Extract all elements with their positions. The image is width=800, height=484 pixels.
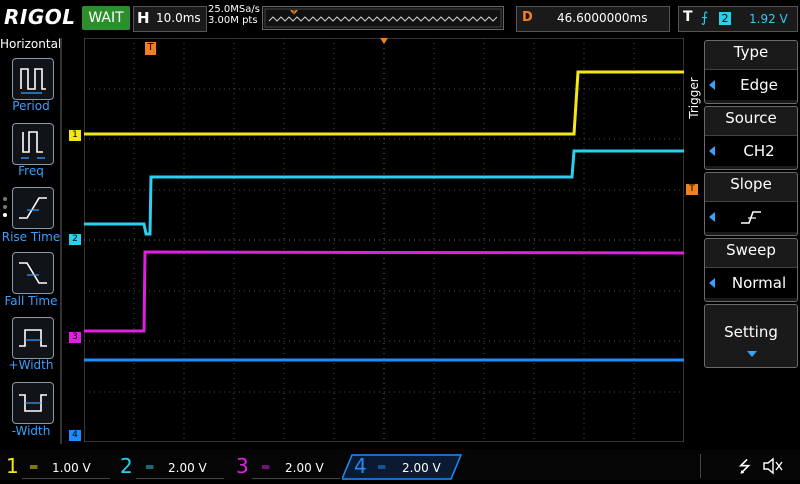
rise-time-label: Rise Time [1,230,61,244]
neg-width-button[interactable] [12,382,54,424]
period-icon [20,68,46,94]
rise-time-icon [19,197,47,219]
timebase-value: 10.0ms [156,11,201,25]
ch4-number: 4 [354,454,367,478]
trigger-section-label: Trigger [687,77,701,119]
rigol-logo: RIGOL [4,5,76,29]
horizontal-label: H [137,9,150,27]
trigger-sweep-menu[interactable]: Sweep Normal [704,238,798,302]
period-label: Period [12,99,50,113]
ch1-number: 1 [6,454,19,478]
ch4-offset-marker[interactable]: 4 [69,430,81,441]
rising-slope-icon [741,211,761,224]
ch2-offset-marker[interactable]: 2 [69,234,81,245]
left-arrow-icon [709,80,715,90]
slope-title: Slope [730,175,772,193]
left-arrow-icon [709,212,715,222]
trigger-level-value: 1.92 V [749,12,788,26]
chevron-down-icon [747,351,757,357]
rise-time-button[interactable] [12,187,54,229]
freq-icon [21,131,45,159]
fall-time-button[interactable] [12,252,54,294]
source-value-box[interactable]: CH2 [705,135,797,166]
waveform-display[interactable] [84,38,684,442]
memory-waveform-preview: T [264,8,502,28]
freq-label: Freq [18,164,44,178]
ch3-scale-value: 2.00 V [285,461,324,475]
trigger-type-menu[interactable]: Type Edge [704,40,798,104]
ch4-dc-coupling-icon: ═ [378,460,386,474]
ch4-scale-value: 2.00 V [402,461,441,475]
pos-width-label: +Width [8,358,54,372]
source-value: CH2 [743,142,775,160]
page-dot-active [3,213,7,217]
ch3-dc-coupling-icon: ═ [262,460,270,474]
trigger-delay-box[interactable]: D 46.6000000ms [516,6,670,32]
neg-width-icon [19,394,47,412]
sample-rate: 25.0MSa/s [208,4,260,15]
fall-time-icon [19,262,47,284]
ch3-number: 3 [236,454,249,478]
svg-text:Trigger: Trigger [687,77,701,119]
sweep-value: Normal [731,274,787,292]
speaker-muted-icon[interactable] [762,456,784,476]
trigger-slope-menu[interactable]: Slope [704,172,798,236]
trigger-delay-value: 46.6000000ms [557,11,648,25]
trigger-level-marker[interactable]: T [686,184,698,195]
ch1-dc-coupling-icon: ═ [30,460,38,474]
trigger-source-badge: 2 [719,12,731,25]
page-dot [3,197,7,201]
memory-depth: 3.00M pts [208,15,258,26]
type-value: Edge [740,76,778,94]
ch2-dc-coupling-icon: ═ [146,460,154,474]
freq-button[interactable] [12,123,54,165]
setting-title: Setting [724,323,778,341]
slope-value-box[interactable] [705,201,797,232]
horizontal-menu-title: Horizontal [0,37,62,51]
center-marker-icon [380,38,388,44]
run-status-badge: WAIT [82,6,130,30]
pos-width-icon [19,329,47,347]
rising-edge-icon: ⨍ [701,10,709,26]
timebase-box[interactable]: H 10.0ms [133,6,207,32]
fall-time-label: Fall Time [4,294,58,308]
ch2-scale-value: 2.00 V [168,461,207,475]
trigger-status-box[interactable]: T ⨍ 2 1.92 V [678,6,798,32]
source-title: Source [725,109,777,127]
ch2-number: 2 [120,454,133,478]
trigger-label: T [683,9,693,25]
left-arrow-icon [709,146,715,156]
sweep-value-box[interactable]: Normal [705,267,797,298]
left-arrow-icon [709,278,715,288]
type-value-box[interactable]: Edge [705,69,797,100]
trigger-source-menu[interactable]: Source CH2 [704,106,798,170]
usb-icon: ⭍ [738,457,752,476]
pos-width-button[interactable] [12,317,54,359]
delay-label: D [522,10,533,25]
trigger-setting-button[interactable]: Setting [704,304,798,368]
ch3-offset-marker[interactable]: 3 [69,332,81,343]
ch1-offset-marker[interactable]: 1 [69,130,81,141]
page-dot [3,205,7,209]
sweep-title: Sweep [726,241,776,259]
acquisition-info: 25.0MSa/s 3.00M pts [208,4,260,26]
period-button[interactable] [12,58,54,100]
ch1-scale-value: 1.00 V [52,461,91,475]
neg-width-label: -Width [11,424,51,438]
trigger-position-marker[interactable]: T [145,42,156,55]
type-title: Type [733,43,769,61]
memory-trigger-marker: T [291,10,296,17]
memory-overview-strip[interactable]: T [262,6,504,30]
